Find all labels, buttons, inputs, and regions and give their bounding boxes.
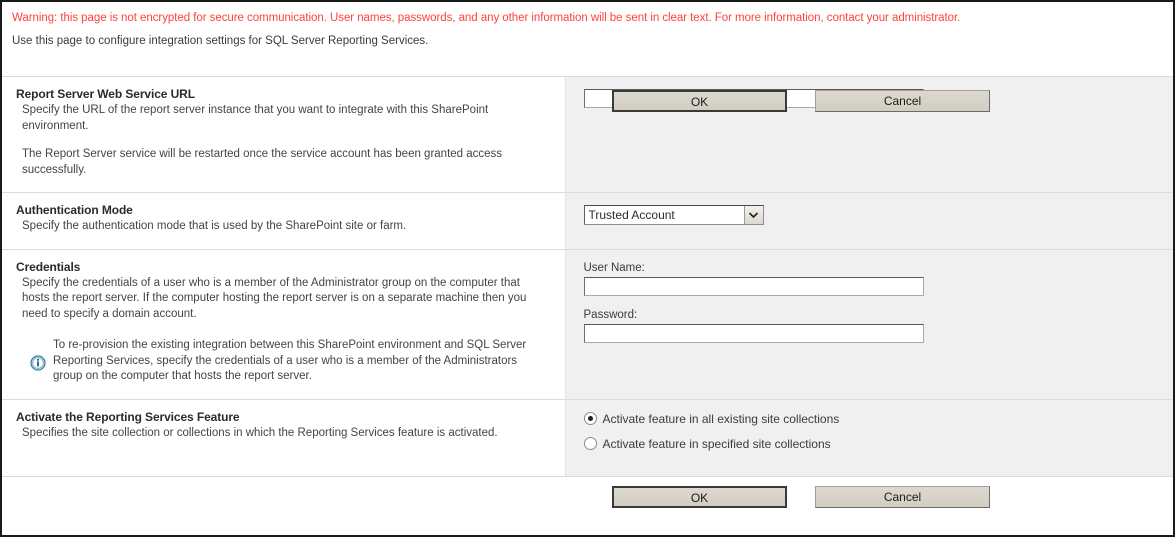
page-description: Use this page to configure integration s… xyxy=(12,35,429,47)
section-credentials-title: Credentials xyxy=(16,259,81,274)
top-button-bar: OK Cancel xyxy=(2,90,1173,112)
security-warning-banner: Warning: this page is not encrypted for … xyxy=(12,12,961,24)
section-credentials-desc-1: Specify the credentials of a user who is… xyxy=(22,276,527,320)
cancel-button-bottom[interactable]: Cancel xyxy=(815,485,990,508)
ok-button-bottom[interactable]: OK xyxy=(612,485,787,508)
credentials-note-text: To re-provision the existing integration… xyxy=(53,339,527,382)
section-credentials: Credentials Specify the credentials of a… xyxy=(2,248,1173,399)
radio-all-label: Activate feature in all existing site co… xyxy=(602,411,840,426)
section-feature-title: Activate the Reporting Services Feature xyxy=(16,409,240,424)
radio-specified-indicator[interactable] xyxy=(583,437,597,450)
section-activate-feature: Activate the Reporting Services Feature … xyxy=(2,398,1174,476)
info-icon xyxy=(30,355,46,371)
section-feature-desc-1: Specifies the site collection or collect… xyxy=(22,426,498,439)
section-auth-description-cell: Authentication Mode Specify the authenti… xyxy=(2,192,565,249)
username-label: User Name: xyxy=(583,261,645,274)
credentials-note: To re-provision the existing integration… xyxy=(30,338,547,385)
reporting-services-integration-page: Warning: this page is not encrypted for … xyxy=(0,0,1175,537)
authentication-mode-select[interactable]: Trusted Account xyxy=(583,205,764,225)
intro-row: Use this page to configure integration s… xyxy=(2,29,1173,112)
section-authentication-mode: Authentication Mode Specify the authenti… xyxy=(2,192,1173,249)
ok-button-top[interactable]: OK xyxy=(612,90,787,112)
section-auth-desc-1: Specify the authentication mode that is … xyxy=(22,220,407,232)
settings-table: Report Server Web Service URL Specify th… xyxy=(2,76,1173,476)
radio-all-indicator[interactable] xyxy=(583,412,597,425)
password-input[interactable] xyxy=(583,323,924,343)
radio-activate-specified-site-collections[interactable]: Activate feature in specified site colle… xyxy=(583,436,1174,451)
section-credentials-description-cell: Credentials Specify the credentials of a… xyxy=(2,248,565,399)
cancel-button-top[interactable]: Cancel xyxy=(815,90,990,112)
section-auth-field-cell: Trusted Account xyxy=(564,192,1173,249)
section-feature-description-cell: Activate the Reporting Services Feature … xyxy=(2,398,565,476)
authentication-mode-selected-value: Trusted Account xyxy=(588,208,675,222)
password-label: Password: xyxy=(583,308,638,321)
bottom-button-bar: OK Cancel xyxy=(2,475,1173,508)
chevron-down-icon[interactable] xyxy=(743,206,763,224)
radio-specified-label: Activate feature in specified site colle… xyxy=(602,436,831,451)
radio-activate-all-site-collections[interactable]: Activate feature in all existing site co… xyxy=(583,411,1174,426)
section-url-desc-2: The Report Server service will be restar… xyxy=(22,148,503,176)
section-auth-title: Authentication Mode xyxy=(16,203,133,217)
section-credentials-field-cell: User Name: Password: xyxy=(564,248,1173,399)
section-feature-field-cell: Activate feature in all existing site co… xyxy=(564,398,1174,476)
username-input[interactable] xyxy=(583,276,924,296)
